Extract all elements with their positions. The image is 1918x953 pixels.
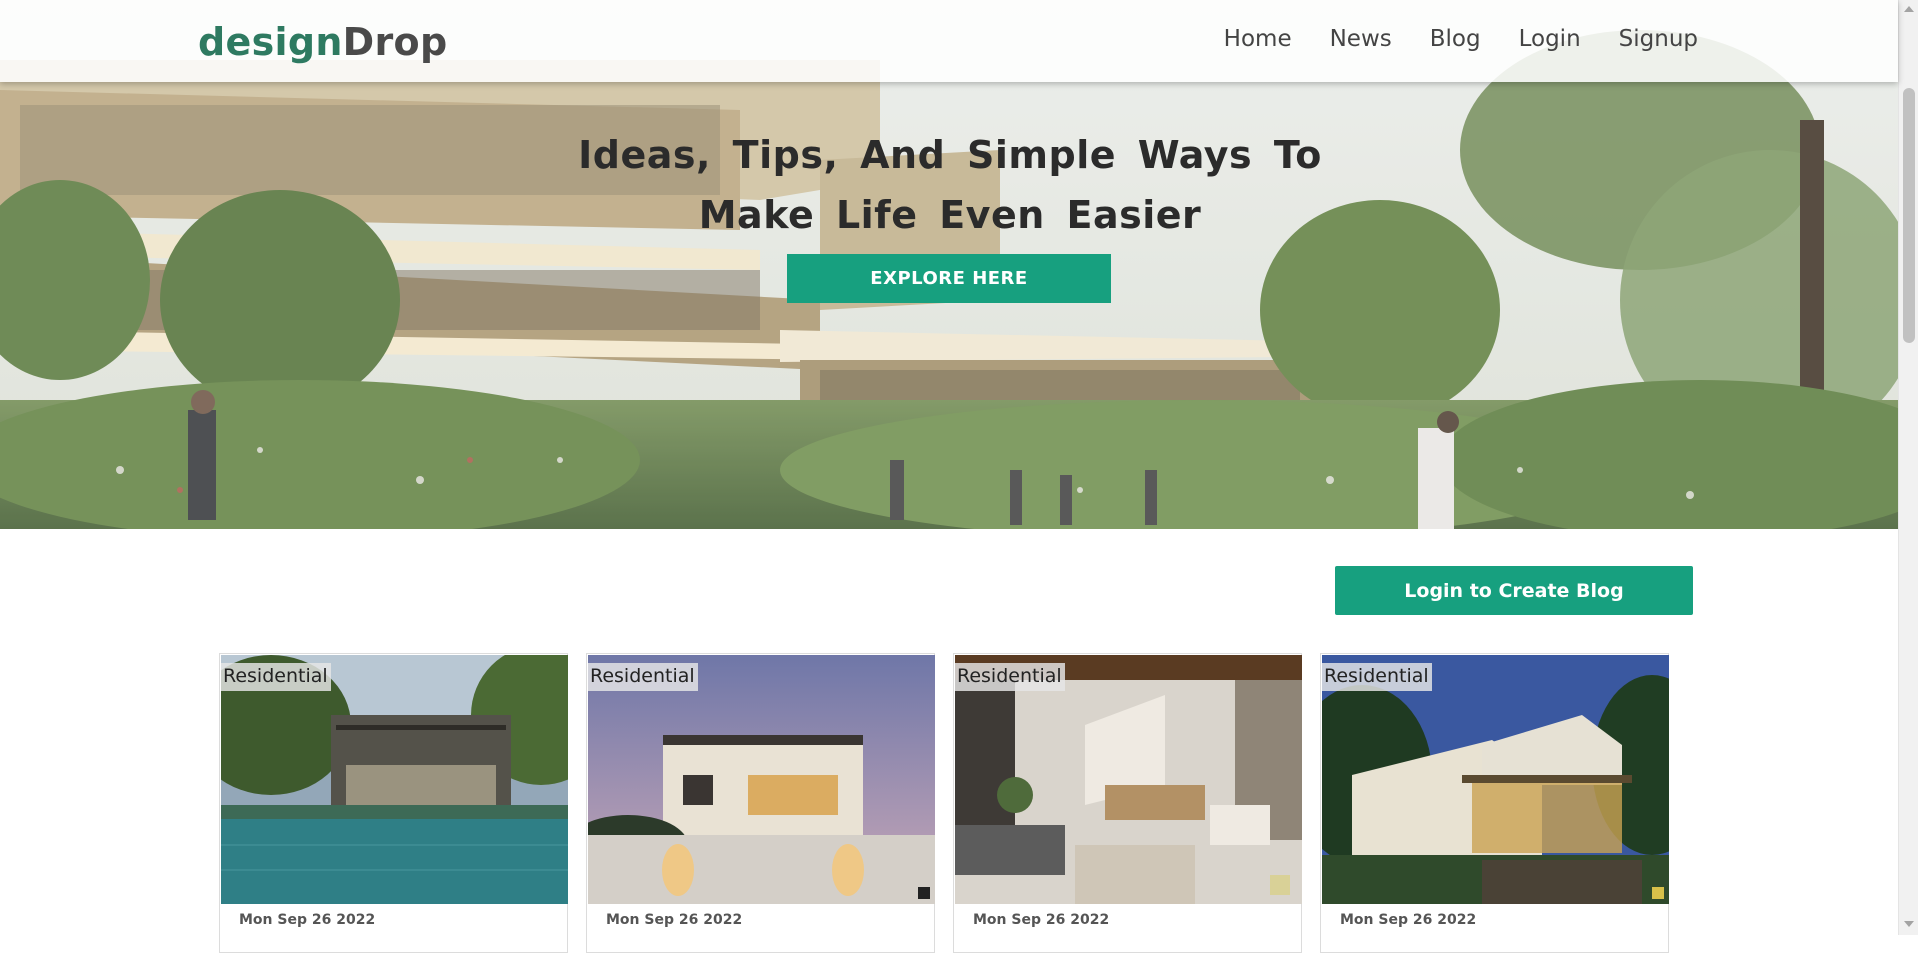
card-date: Mon Sep 26 2022 (239, 912, 376, 928)
living-room-photo (955, 655, 1302, 904)
top-navbar: designDrop Home News Blog Login Signup (0, 0, 1898, 82)
hero-heading: Ideas, Tips, And Simple Ways To Make Lif… (560, 125, 1340, 245)
page-scrollbar[interactable] (1898, 0, 1918, 935)
category-badge: Residential (588, 663, 698, 691)
scrollbar-thumb[interactable] (1903, 88, 1915, 343)
house-pool-photo (221, 655, 568, 904)
explore-here-button[interactable]: EXPLORE HERE (787, 254, 1111, 303)
category-badge: Residential (1322, 663, 1432, 691)
blog-card[interactable]: Residential Mon Sep 26 2022 (586, 653, 935, 953)
brand-logo-part-2: Drop (342, 20, 448, 64)
main-nav: Home News Blog Login Signup (1224, 26, 1698, 52)
blog-card[interactable]: Residential Mon Sep 26 2022 (953, 653, 1302, 953)
hero-heading-line-2: Make Life Even Easier (698, 193, 1202, 237)
blog-card[interactable]: Residential Mon Sep 26 2022 (1320, 653, 1669, 953)
scroll-up-arrow-icon[interactable] (1904, 6, 1914, 12)
card-date: Mon Sep 26 2022 (973, 912, 1110, 928)
brand-logo[interactable]: designDrop (198, 20, 447, 64)
nav-login-link[interactable]: Login (1519, 26, 1581, 52)
nav-news-link[interactable]: News (1330, 26, 1392, 52)
blog-card[interactable]: Residential Mon Sep 26 2022 (219, 653, 568, 953)
scroll-down-arrow-icon[interactable] (1904, 921, 1914, 927)
brand-logo-part-1: design (198, 20, 343, 64)
house-garden-photo (1322, 655, 1669, 904)
nav-blog-link[interactable]: Blog (1430, 26, 1481, 52)
login-to-create-blog-button[interactable]: Login to Create Blog (1335, 566, 1693, 615)
hero-heading-line-1: Ideas, Tips, And Simple Ways To (578, 133, 1322, 177)
nav-home-link[interactable]: Home (1224, 26, 1292, 52)
category-badge: Residential (955, 663, 1065, 691)
villa-dusk-photo (588, 655, 935, 904)
card-date: Mon Sep 26 2022 (606, 912, 743, 928)
nav-signup-link[interactable]: Signup (1619, 26, 1698, 52)
category-badge: Residential (221, 663, 331, 691)
card-date: Mon Sep 26 2022 (1340, 912, 1477, 928)
